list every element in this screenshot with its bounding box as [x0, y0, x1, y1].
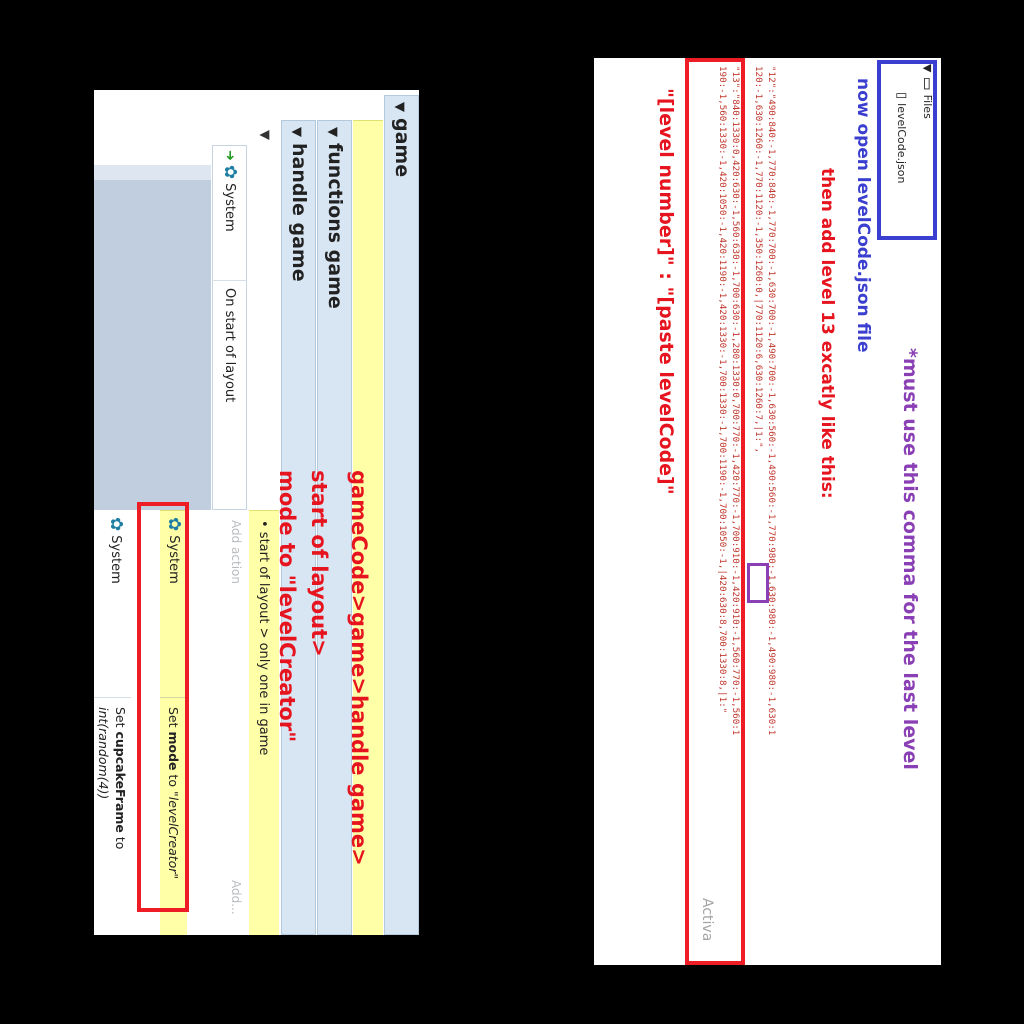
condition-object-name: System	[222, 183, 238, 232]
system-gear-icon: ✿	[220, 164, 240, 180]
action-2-divider	[94, 697, 131, 698]
action-2-object: ✿ System	[105, 517, 127, 584]
must-use-note: *must use this comma for the last level	[899, 348, 921, 770]
group-handle-game-label: handle game	[288, 143, 310, 282]
condition-divider	[212, 280, 247, 281]
system-gear-icon: ✿	[106, 517, 126, 532]
event-margin	[94, 180, 211, 510]
event-collapse-toggle[interactable]: ▼	[249, 120, 279, 150]
code-line-1: "12":"490:840:-1,770:840:-1,770:700:-1,6…	[766, 66, 777, 736]
action-2-object-name: System	[108, 535, 124, 584]
json-editor-content: ▼ ▭ Files ▯ levelCode.json *must use thi…	[594, 58, 941, 965]
highlight-box-set-mode	[137, 502, 189, 912]
annotation-line-1: gameCode>game>handle game>	[347, 470, 371, 866]
annotation-line-3: mode to "levelCreator"	[275, 470, 299, 743]
collapse-triangle-icon[interactable]: ▼	[383, 102, 416, 112]
activate-watermark: Activa	[699, 898, 715, 942]
condition-text[interactable]: On start of layout	[217, 288, 243, 402]
event-margin-light	[94, 165, 211, 180]
then-add-note: then add level 13 excatly like this:	[817, 168, 837, 499]
add-action-label[interactable]: Add action	[229, 520, 243, 584]
collapse-triangle-icon[interactable]: ▼	[280, 127, 313, 137]
file-tree-highlight	[877, 60, 937, 240]
event-comment-text: • start of layout > only one in game	[256, 520, 272, 756]
comma-highlight	[747, 563, 769, 603]
format-note: "[level number]" : "[paste levelCode]"	[655, 88, 677, 495]
level-13-highlight	[685, 58, 745, 965]
code-line-2: 120:-1,630:1260:-1,770:1120:-1,350:1260:…	[753, 66, 764, 454]
action-2-text[interactable]: Set cupcakeFrame to int(random(4))	[95, 707, 129, 922]
trigger-arrow-icon: ➜	[222, 150, 238, 161]
annotation-line-2: start of layout>	[307, 470, 331, 657]
event-sheet-panel: ▼ game ▼ functions game ▼ handle game ▼ • s…	[94, 90, 419, 935]
json-editor-panel: ▼ ▭ Files ▯ levelCode.json *must use thi…	[594, 58, 941, 965]
event-sheet-content: ▼ game ▼ functions game ▼ handle game ▼ • s…	[94, 90, 419, 935]
group-functions-game-label: functions game	[324, 143, 346, 309]
condition-object: ➜ ✿ System	[217, 150, 243, 232]
group-game[interactable]: ▼ game	[384, 95, 419, 935]
now-open-note: now open levelCode.json file	[853, 78, 873, 353]
collapse-triangle-icon[interactable]: ▼	[316, 127, 349, 137]
add-label[interactable]: Add...	[229, 880, 243, 915]
group-game-label: game	[391, 118, 413, 178]
